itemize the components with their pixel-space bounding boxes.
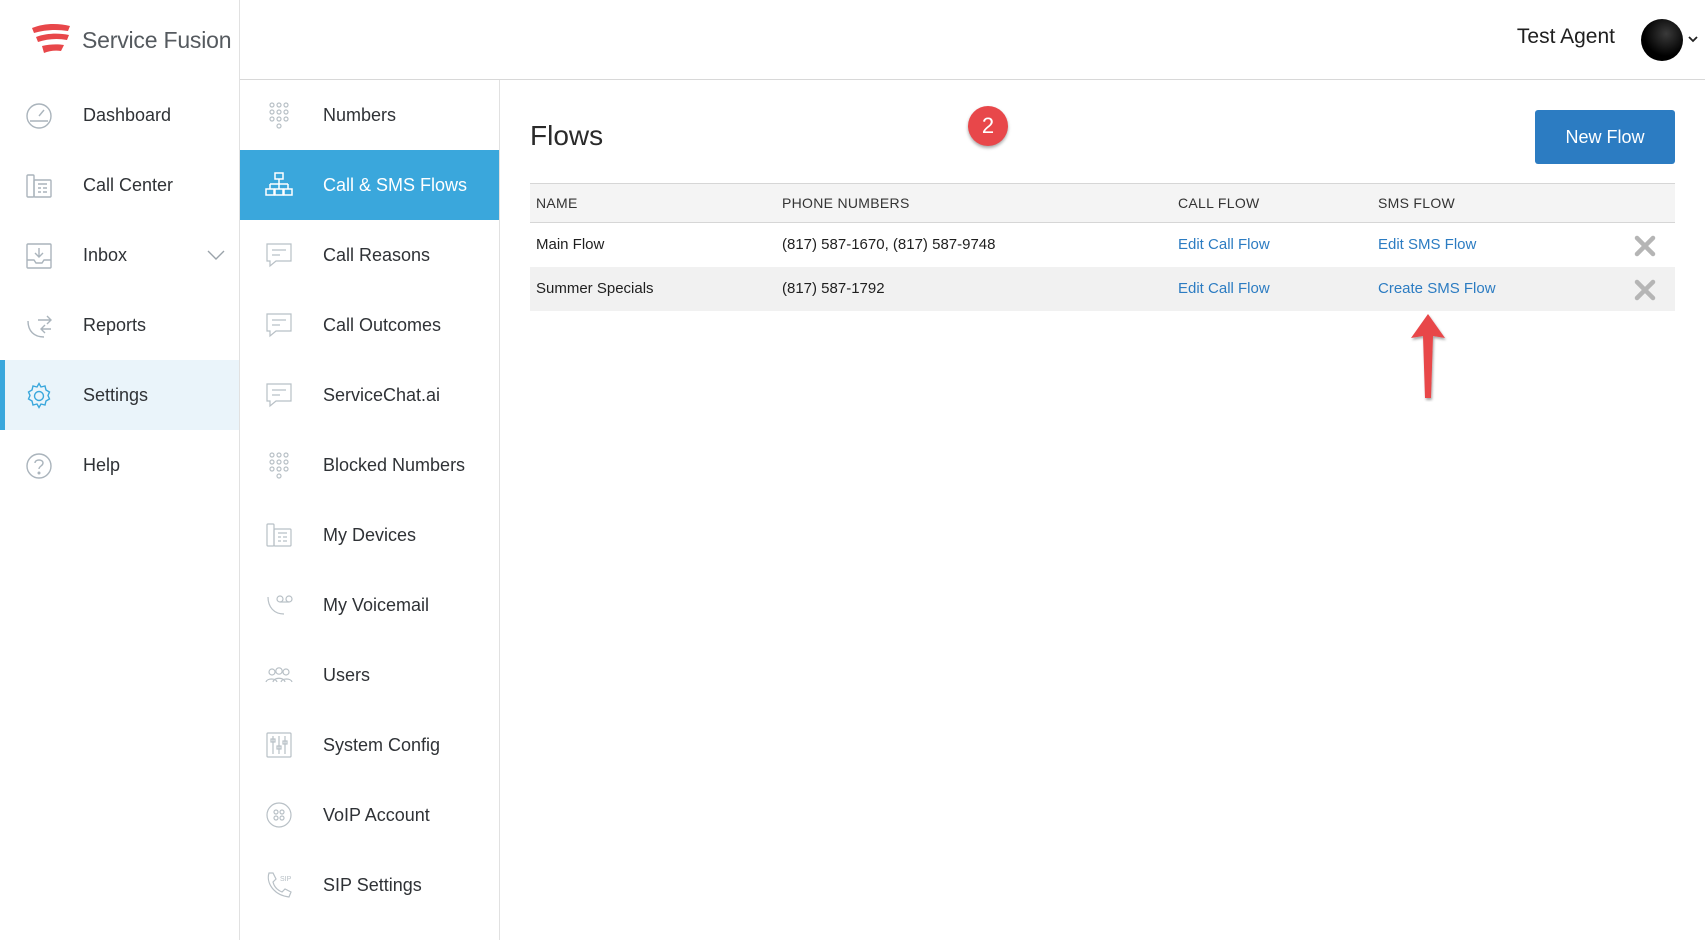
edit-call-flow-link[interactable]: Edit Call Flow [1178, 236, 1270, 253]
subnav-item-sip-settings[interactable]: SIP SIP Settings [240, 850, 499, 920]
delete-x-icon[interactable] [1633, 234, 1657, 258]
flow-phone-numbers: (817) 587-1792 [782, 280, 885, 297]
subnav-item-my-voicemail[interactable]: My Voicemail [240, 570, 499, 640]
sidebar-item-dashboard[interactable]: Dashboard [0, 80, 239, 150]
column-header-phone-numbers: PHONE NUMBERS [782, 195, 910, 211]
table-row: Summer Specials (817) 587-1792 Edit Call… [530, 267, 1675, 311]
reports-arrows-icon [27, 315, 52, 338]
keypad-icon [269, 452, 289, 479]
subnav-item-numbers[interactable]: Numbers [240, 80, 499, 150]
annotation-arrow-up-icon [1411, 314, 1445, 398]
subnav-item-label: My Voicemail [323, 594, 430, 615]
call-center-phone-icon [26, 174, 52, 198]
delete-x-icon[interactable] [1633, 278, 1657, 302]
keypad-icon [269, 102, 289, 129]
flow-hierarchy-icon [265, 172, 293, 196]
gear-icon [27, 382, 51, 409]
subnav-item-label: ServiceChat.ai [323, 384, 441, 405]
table-header: NAME PHONE NUMBERS CALL FLOW SMS FLOW [530, 183, 1675, 223]
subnav-item-label: VoIP Account [323, 804, 430, 825]
primary-nav: Dashboard Call Center Inbox Reports Sett… [0, 80, 239, 500]
sidebar-item-label: Help [83, 454, 121, 475]
flows-table: NAME PHONE NUMBERS CALL FLOW SMS FLOW Ma… [530, 183, 1675, 311]
brand-logo[interactable]: Service Fusion [28, 20, 232, 60]
flow-phone-numbers: (817) 587-1670, (817) 587-9748 [782, 236, 996, 253]
page-title: Flows [530, 120, 604, 151]
sidebar-item-reports[interactable]: Reports [0, 290, 239, 360]
new-flow-button[interactable]: New Flow [1535, 110, 1675, 164]
subnav-item-label: Call Reasons [323, 244, 431, 265]
subnav-item-call-sms-flows[interactable]: Call & SMS Flows [240, 150, 499, 220]
user-name[interactable]: Test Agent [1517, 25, 1615, 49]
sidebar-item-label: Reports [83, 314, 147, 335]
flow-name: Main Flow [536, 236, 605, 253]
top-header: Test Agent [240, 0, 1705, 80]
sidebar-item-label: Settings [83, 384, 149, 405]
chat-bubble-icon [266, 383, 292, 408]
column-header-sms-flow: SMS FLOW [1378, 195, 1456, 211]
subnav-item-blocked-numbers[interactable]: Blocked Numbers [240, 430, 499, 500]
settings-subnav: Numbers Call & SMS Flows Call Reasons Ca… [240, 80, 500, 940]
inbox-tray-icon [26, 243, 52, 269]
chat-bubble-icon [266, 313, 292, 338]
subnav-item-label: My Devices [323, 524, 417, 545]
create-sms-flow-link[interactable]: Create SMS Flow [1378, 280, 1496, 297]
subnav-item-call-reasons[interactable]: Call Reasons [240, 220, 499, 290]
subnav-item-label: Numbers [323, 104, 397, 125]
subnav-item-my-devices[interactable]: My Devices [240, 500, 499, 570]
sidebar-item-label: Inbox [83, 244, 128, 265]
sliders-icon [266, 732, 292, 758]
sidebar-item-label: Call Center [83, 174, 174, 195]
edit-sms-flow-link[interactable]: Edit SMS Flow [1378, 236, 1476, 253]
subnav-item-label: Users [323, 664, 371, 685]
voip-dots-icon [266, 802, 292, 828]
avatar[interactable] [1641, 19, 1683, 61]
subnav-item-voip-account[interactable]: VoIP Account [240, 780, 499, 850]
voicemail-icon [267, 595, 293, 615]
sidebar-item-label: Dashboard [83, 104, 172, 125]
subnav-item-label: Blocked Numbers [323, 454, 466, 475]
sidebar-item-settings[interactable]: Settings [0, 360, 239, 430]
flow-name: Summer Specials [536, 280, 654, 297]
dashboard-gauge-icon [26, 103, 52, 129]
main-content: Flows 2 New Flow NAME PHONE NUMBERS CALL… [500, 80, 1705, 940]
desk-phone-icon [266, 523, 292, 547]
subnav-item-call-outcomes[interactable]: Call Outcomes [240, 290, 499, 360]
chevron-down-icon[interactable] [205, 244, 227, 266]
column-header-call-flow: CALL FLOW [1178, 195, 1260, 211]
subnav-item-servicechat[interactable]: ServiceChat.ai [240, 360, 499, 430]
table-row: Main Flow (817) 587-1670, (817) 587-9748… [530, 223, 1675, 267]
subnav-item-label: Call & SMS Flows [323, 174, 468, 195]
svg-text:SIP: SIP [280, 876, 292, 883]
subnav-item-label: System Config [323, 734, 441, 755]
subnav-item-system-config[interactable]: System Config [240, 710, 499, 780]
users-group-icon [265, 667, 293, 683]
subnav-item-users[interactable]: Users [240, 640, 499, 710]
sidebar-item-call-center[interactable]: Call Center [0, 150, 239, 220]
column-header-name: NAME [536, 195, 578, 211]
step-badge: 2 [968, 106, 1008, 146]
subnav-item-label: Call Outcomes [323, 314, 442, 335]
caret-down-icon[interactable] [1687, 33, 1699, 45]
service-fusion-logo-icon [32, 23, 70, 53]
subnav-item-label: SIP Settings [323, 874, 422, 895]
brand-name: Service Fusion [82, 26, 232, 53]
primary-sidebar: Service Fusion Dashboard Call Center Inb… [0, 0, 240, 940]
sip-phone-icon: SIP [267, 872, 292, 898]
chat-bubble-icon [266, 243, 292, 268]
help-question-icon [26, 453, 52, 479]
edit-call-flow-link[interactable]: Edit Call Flow [1178, 280, 1270, 297]
sidebar-item-help[interactable]: Help [0, 430, 239, 500]
sidebar-item-inbox[interactable]: Inbox [0, 220, 239, 290]
